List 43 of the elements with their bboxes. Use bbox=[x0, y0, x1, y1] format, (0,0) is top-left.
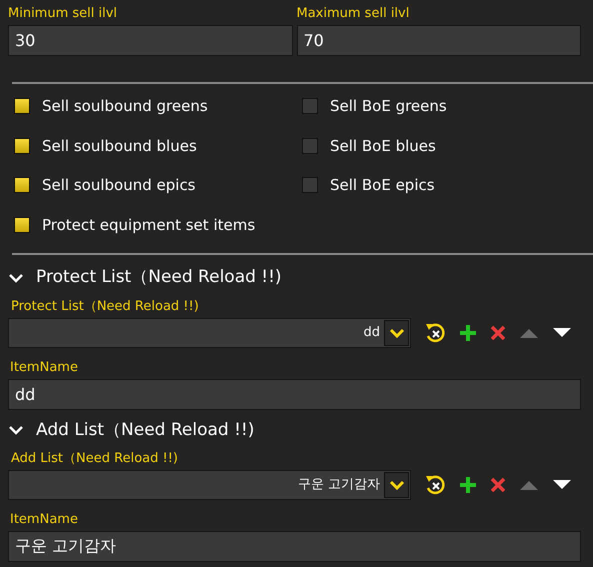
checkbox[interactable] bbox=[302, 177, 318, 194]
field-label: ItemName bbox=[10, 512, 79, 528]
reset-button[interactable] bbox=[424, 474, 446, 496]
add-button[interactable] bbox=[459, 324, 477, 342]
checkbox[interactable] bbox=[14, 216, 30, 233]
checkbox[interactable] bbox=[14, 138, 30, 154]
dropdown[interactable]: 구운 고기감자 bbox=[8, 470, 411, 500]
field-label: Minimum sell ilvl bbox=[8, 6, 118, 22]
checkbox[interactable] bbox=[302, 138, 318, 154]
delete-button[interactable] bbox=[490, 477, 506, 493]
option-label: Sell soulbound epics bbox=[42, 175, 196, 196]
move-down-button[interactable] bbox=[552, 326, 572, 338]
add-button[interactable] bbox=[459, 476, 477, 494]
ilvl-input[interactable]: 30 bbox=[8, 25, 292, 56]
option-label: Sell BoE blues bbox=[330, 136, 436, 156]
move-down-button[interactable] bbox=[552, 479, 572, 491]
dropdown-value: 구운 고기감자 bbox=[298, 476, 380, 494]
delete-button[interactable] bbox=[490, 324, 506, 340]
option-label: Protect equipment set items bbox=[42, 214, 256, 236]
item-name-input[interactable]: 구운 고기감자 bbox=[8, 531, 581, 562]
field-label: Maximum sell ilvl bbox=[296, 6, 410, 22]
checkbox[interactable] bbox=[14, 98, 30, 114]
section-header: Add List（Need Reload !!) bbox=[36, 418, 254, 442]
option-label: Sell soulbound greens bbox=[42, 96, 208, 117]
chevron-icon[interactable] bbox=[8, 423, 24, 438]
caret-icon bbox=[388, 328, 404, 338]
item-name-input[interactable]: dd bbox=[8, 378, 581, 410]
reset-button[interactable] bbox=[424, 322, 446, 344]
option-label: Sell soulbound blues bbox=[42, 136, 197, 156]
checkbox[interactable] bbox=[302, 98, 318, 114]
dropdown[interactable]: dd bbox=[8, 318, 411, 348]
section-header: Protect List（Need Reload !!) bbox=[36, 266, 282, 289]
option-label: Sell BoE greens bbox=[330, 96, 447, 117]
dropdown-label: Protect List（Need Reload !!) bbox=[11, 298, 200, 314]
dropdown-label: Add List（Need Reload !!) bbox=[11, 451, 179, 467]
checkbox[interactable] bbox=[14, 177, 30, 194]
caret-icon bbox=[388, 480, 404, 490]
option-label: Sell BoE epics bbox=[330, 175, 435, 196]
dropdown-button[interactable] bbox=[384, 472, 409, 498]
ilvl-input[interactable]: 70 bbox=[296, 25, 581, 56]
dropdown-button[interactable] bbox=[384, 320, 409, 346]
dropdown-value: dd bbox=[363, 324, 380, 342]
field-label: ItemName bbox=[10, 360, 79, 376]
